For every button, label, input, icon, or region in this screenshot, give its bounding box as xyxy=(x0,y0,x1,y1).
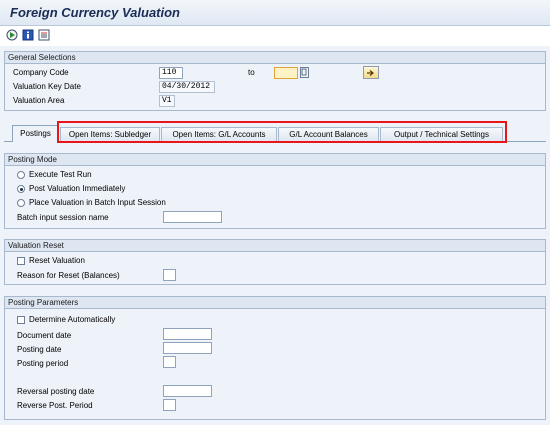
group-title: Posting Parameters xyxy=(5,297,545,309)
radio-execute-test-run[interactable] xyxy=(17,171,25,179)
variant-list-icon[interactable] xyxy=(38,29,50,41)
valuation-key-date-field[interactable]: 04/30/2012 xyxy=(159,81,215,93)
reset-valuation-checkbox[interactable] xyxy=(17,257,25,265)
company-code-to-field[interactable] xyxy=(274,67,298,79)
group-title: General Selections xyxy=(5,52,545,64)
info-icon[interactable] xyxy=(22,29,34,41)
posting-period-field[interactable] xyxy=(163,356,176,368)
tab-strip: Postings Open Items: Subledger Open Item… xyxy=(4,125,546,142)
reset-valuation-label: Reset Valuation xyxy=(29,256,85,265)
page-title: Foreign Currency Valuation xyxy=(10,5,180,20)
radio-batch-input-session[interactable] xyxy=(17,199,25,207)
posting-period-label: Posting period xyxy=(17,359,69,368)
reverse-post-period-label: Reverse Post. Period xyxy=(17,401,93,410)
tab-postings[interactable]: Postings xyxy=(12,125,59,142)
valuation-key-date-label: Valuation Key Date xyxy=(13,82,81,91)
valuation-area-label: Valuation Area xyxy=(13,96,65,105)
radio-post-valuation-immediately[interactable] xyxy=(17,185,25,193)
company-code-label: Company Code xyxy=(13,68,69,77)
company-code-field[interactable]: 110 xyxy=(159,67,183,79)
reversal-posting-date-label: Reversal posting date xyxy=(17,387,95,396)
post-valuation-immediately-label: Post Valuation Immediately xyxy=(29,184,126,193)
tab-open-items-gl-accounts[interactable]: Open Items: G/L Accounts xyxy=(161,127,277,141)
general-selections-group: General Selections Company Code 110 to V… xyxy=(4,51,546,111)
reverse-post-period-field[interactable] xyxy=(163,399,176,411)
batch-input-session-label: Place Valuation in Batch Input Session xyxy=(29,198,166,207)
selection-screen: General Selections Company Code 110 to V… xyxy=(0,46,550,425)
reason-for-reset-label: Reason for Reset (Balances) xyxy=(17,271,120,280)
tab-gl-account-balances[interactable]: G/L Account Balances xyxy=(278,127,379,141)
group-title: Valuation Reset xyxy=(5,240,545,252)
posting-parameters-group: Posting Parameters Determine Automatical… xyxy=(4,296,546,420)
batch-session-name-field[interactable] xyxy=(163,211,222,223)
tab-output-technical-settings[interactable]: Output / Technical Settings xyxy=(380,127,503,141)
posting-date-field[interactable] xyxy=(163,342,212,354)
title-bar: Foreign Currency Valuation xyxy=(0,0,550,26)
batch-session-name-label: Batch input session name xyxy=(17,213,109,222)
determine-automatically-label: Determine Automatically xyxy=(29,315,116,324)
document-date-field[interactable] xyxy=(163,328,212,340)
posting-date-label: Posting date xyxy=(17,345,62,354)
reversal-posting-date-field[interactable] xyxy=(163,385,212,397)
to-label: to xyxy=(248,68,255,77)
application-toolbar xyxy=(0,26,550,46)
multiple-selection-icon[interactable] xyxy=(300,67,309,78)
execute-test-run-label: Execute Test Run xyxy=(29,170,92,179)
determine-automatically-checkbox[interactable] xyxy=(17,316,25,324)
posting-mode-group: Posting Mode Execute Test Run Post Valua… xyxy=(4,153,546,229)
execute-icon[interactable] xyxy=(6,29,18,41)
group-title: Posting Mode xyxy=(5,154,545,166)
tab-pane-divider xyxy=(4,141,546,142)
valuation-area-field[interactable]: V1 xyxy=(159,95,175,107)
valuation-reset-group: Valuation Reset Reset Valuation Reason f… xyxy=(4,239,546,285)
reason-for-reset-field[interactable] xyxy=(163,269,176,281)
document-date-label: Document date xyxy=(17,331,72,340)
multiple-selection-button[interactable] xyxy=(363,66,379,79)
tab-open-items-subledger[interactable]: Open Items: Subledger xyxy=(60,127,160,141)
